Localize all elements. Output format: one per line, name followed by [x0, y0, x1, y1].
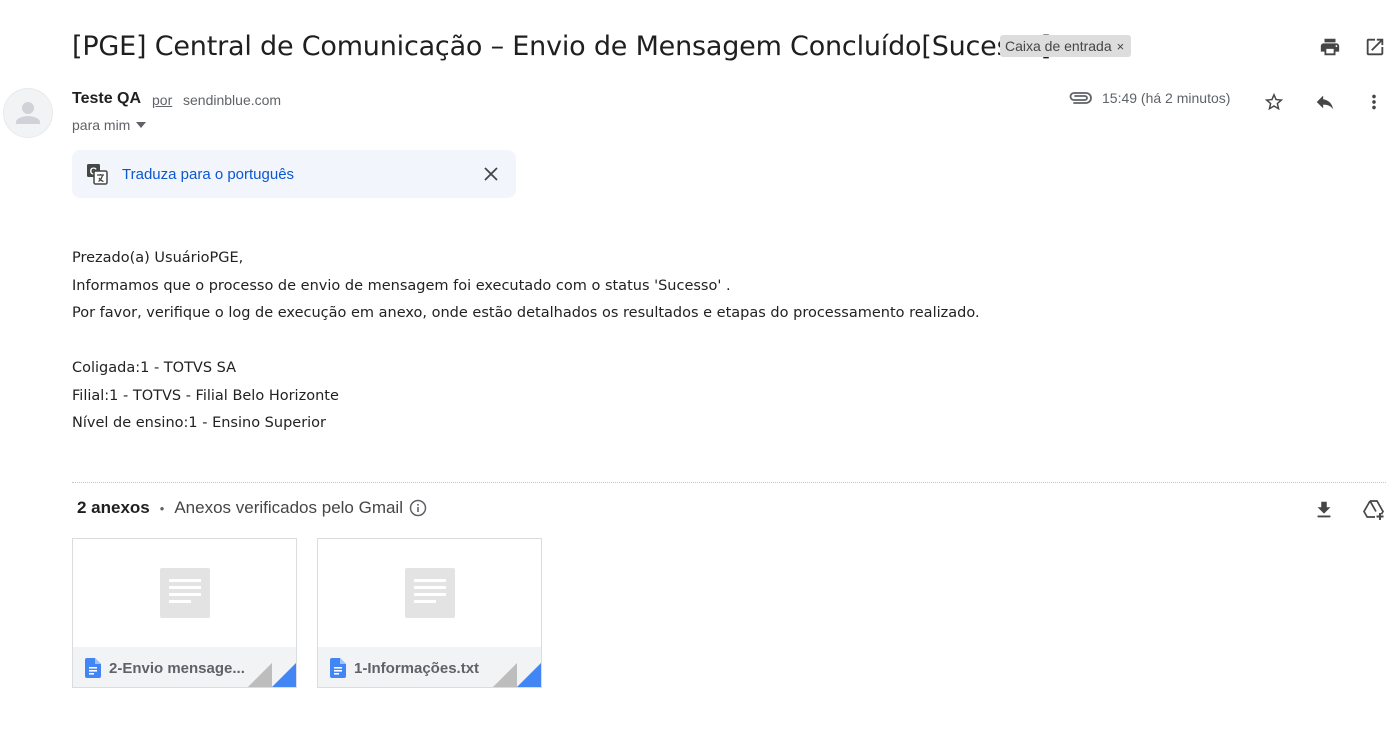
body-line: Informamos que o processo de envio de me… — [72, 277, 731, 294]
body-line: Prezado(a) UsuárioPGE, — [72, 250, 244, 266]
separator-dot: • — [159, 500, 165, 516]
attachment-name: 1-Informações.txt — [354, 659, 480, 677]
attachments-divider — [72, 482, 1386, 483]
info-icon[interactable] — [409, 499, 427, 517]
body-line: Filial:1 - TOTVS - Filial Belo Horizonte — [72, 387, 339, 404]
google-docs-icon — [85, 658, 101, 678]
document-preview-icon — [160, 568, 210, 618]
caret-down-icon — [136, 122, 147, 128]
body-line: Nível de ensino:1 - Ensino Superior — [72, 415, 327, 431]
page-corner-fold — [248, 663, 296, 687]
attachments-count: 2 anexos — [77, 498, 150, 517]
person-icon — [16, 102, 40, 124]
sender-name[interactable]: Teste QA — [72, 90, 141, 108]
attachment-thumbnail — [73, 539, 296, 647]
google-docs-icon — [330, 658, 346, 678]
body-line: Coligada:1 - TOTVS SA — [72, 360, 237, 376]
recipient-label: para mim — [72, 117, 131, 133]
attachment-name: 2-Envio mensage... — [109, 659, 245, 677]
reply-button[interactable] — [1309, 86, 1341, 118]
more-vert-icon — [1372, 94, 1376, 110]
open-new-window-button[interactable] — [1359, 31, 1391, 63]
email-subject: [PGE] Central de Comunicação – Envio de … — [72, 31, 1051, 62]
open-in-new-window-icon — [1366, 38, 1384, 56]
label-chip-inbox: Caixa de entrada × — [1000, 35, 1132, 57]
add-all-to-drive-button[interactable] — [1358, 494, 1390, 526]
translate-bar: G Traduza para o português — [72, 150, 516, 198]
attachment-card[interactable]: 1-Informações.txt — [317, 538, 542, 688]
star-icon — [1264, 92, 1284, 111]
attachments-header: 2 anexos • Anexos verificados pelo Gmail — [77, 498, 427, 518]
sender-via-domain: sendinblue.com — [183, 92, 282, 108]
recipient-details-toggle[interactable]: para mim — [72, 117, 147, 133]
sender-avatar[interactable] — [3, 88, 53, 138]
time-row: 15:49 (há 2 minutos) — [1068, 90, 1230, 106]
paperclip-icon — [1069, 92, 1092, 104]
remove-label-button[interactable]: × — [1117, 39, 1125, 54]
body-line: Por favor, verifique o log de execução e… — [72, 305, 980, 321]
email-timestamp: 15:49 (há 2 minutos) — [1102, 90, 1231, 106]
document-preview-icon — [405, 568, 455, 618]
more-options-button[interactable] — [1358, 86, 1390, 118]
page-corner-fold — [493, 663, 541, 687]
close-icon — [484, 167, 498, 181]
attachment-thumbnail — [318, 539, 541, 647]
add-to-drive-icon — [1363, 500, 1384, 520]
attachment-card[interactable]: 2-Envio mensage... — [72, 538, 297, 688]
translate-icon: G — [87, 164, 108, 185]
label-chip-text: Caixa de entrada — [1005, 38, 1112, 54]
star-button[interactable] — [1258, 86, 1290, 118]
print-button[interactable] — [1314, 31, 1346, 63]
attachments-verified-label: Anexos verificados pelo Gmail — [174, 498, 403, 517]
print-icon — [1320, 38, 1340, 56]
email-body: Prezado(a) UsuárioPGE, Informamos que o … — [72, 245, 980, 438]
reply-icon — [1316, 95, 1334, 110]
download-all-button[interactable] — [1308, 494, 1340, 526]
sender-via-link[interactable]: por — [152, 92, 172, 108]
translate-link[interactable]: Traduza para o português — [122, 166, 294, 183]
download-icon — [1317, 501, 1331, 518]
close-translate-button[interactable] — [475, 158, 507, 190]
